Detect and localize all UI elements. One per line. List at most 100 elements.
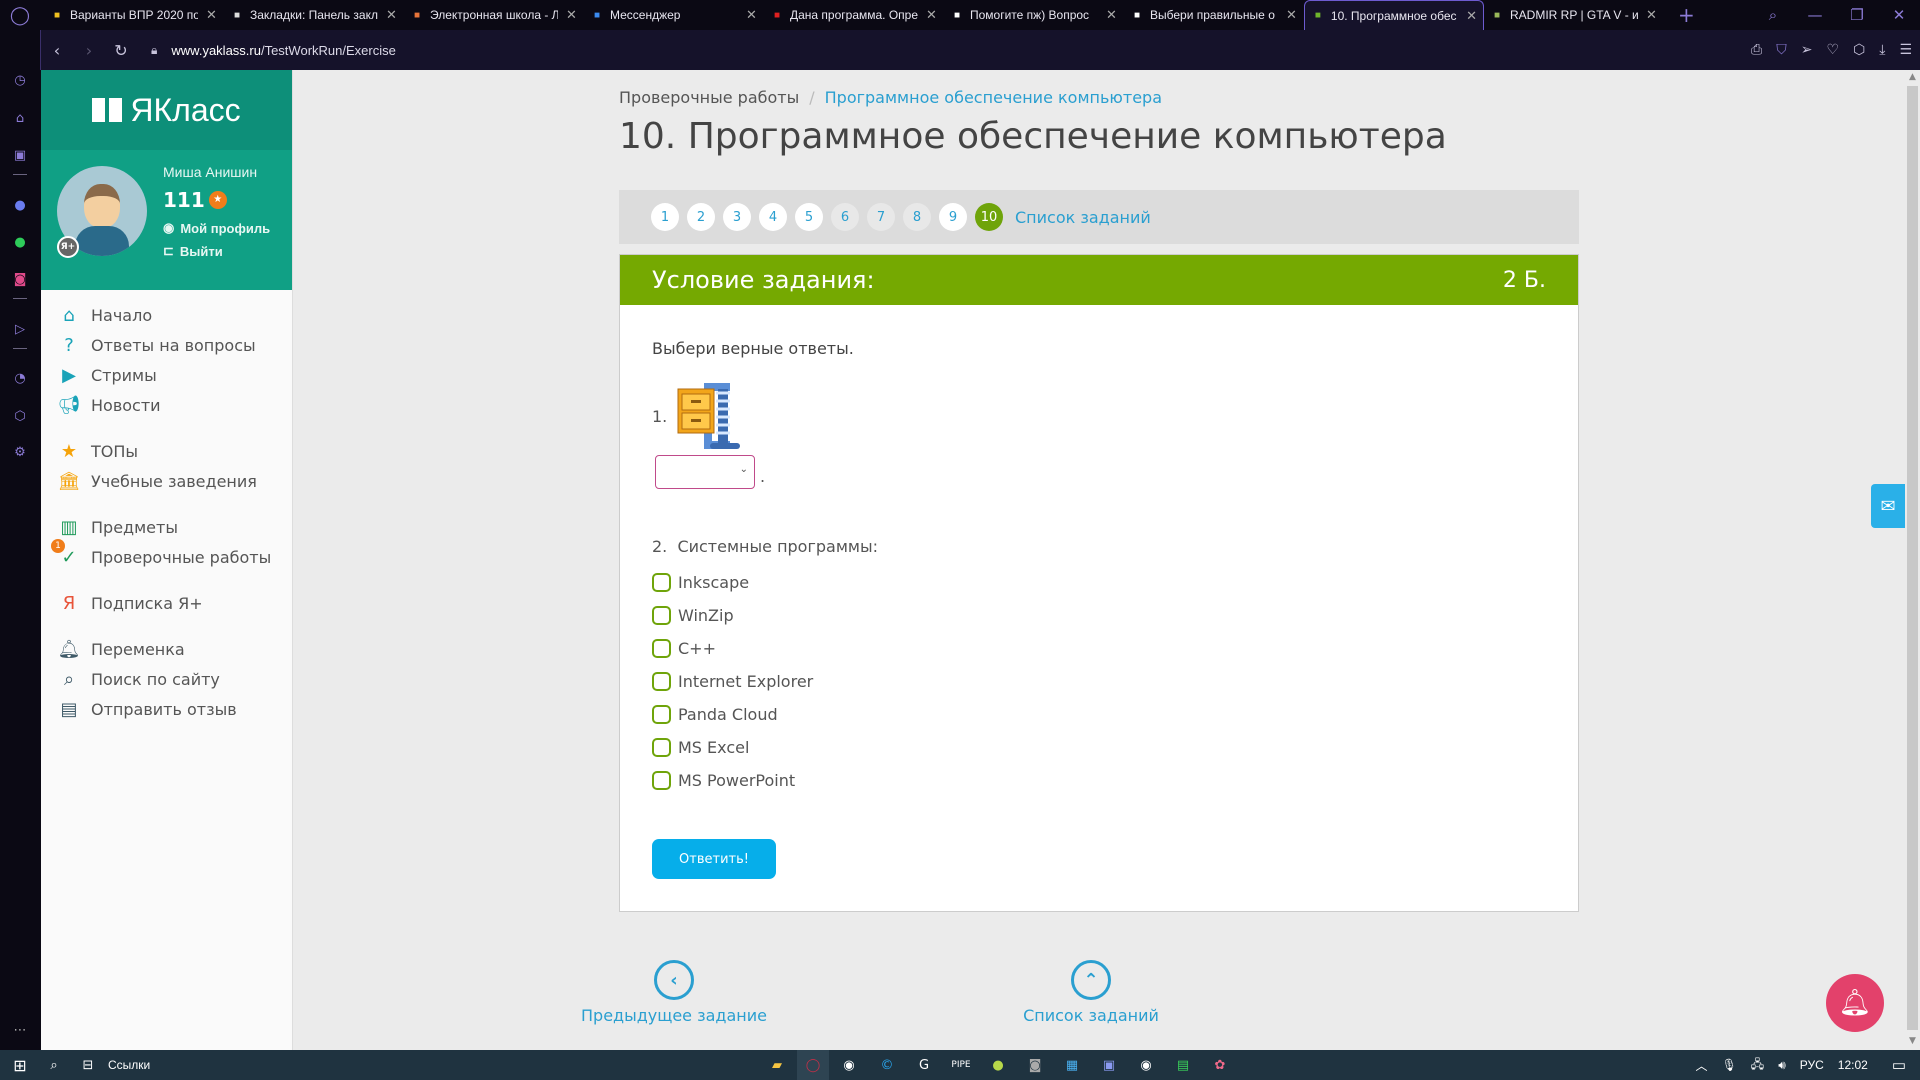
menu-item-5[interactable]: ★ ТОПы xyxy=(57,438,138,464)
logitech-g-icon[interactable]: G xyxy=(911,1050,937,1080)
menu-item-2[interactable]: ? Ответы на вопросы xyxy=(57,332,255,358)
option-6[interactable]: MS Excel xyxy=(652,738,749,757)
tab-1[interactable]: ■ Варианты ВПР 2020 по ✕ xyxy=(44,0,224,30)
tab-search-icon[interactable]: ⌕ xyxy=(1752,0,1794,30)
close-tab-icon[interactable]: ✕ xyxy=(926,7,937,23)
question-1-select[interactable]: ⌄ xyxy=(655,455,755,489)
checkbox[interactable] xyxy=(652,672,671,691)
action-center-icon[interactable]: ▭ xyxy=(1892,1056,1906,1074)
opera-taskbar-icon[interactable]: ◯ xyxy=(797,1050,829,1080)
scroll-up-icon[interactable]: ▲ xyxy=(1905,72,1920,82)
reload-button[interactable]: ↻ xyxy=(105,41,137,60)
microphone-icon[interactable]: 🎙︎ xyxy=(1722,1058,1737,1072)
page-6-button[interactable]: 6 xyxy=(831,203,859,231)
minimize-button[interactable]: — xyxy=(1794,0,1836,30)
option-7[interactable]: MS PowerPoint xyxy=(652,771,795,790)
new-tab-button[interactable]: + xyxy=(1678,0,1695,30)
option-2[interactable]: WinZip xyxy=(652,606,734,625)
logout-link[interactable]: ⊏ Выйти xyxy=(163,243,223,259)
links-toolbar[interactable]: Ссылки xyxy=(108,1050,150,1080)
instagram-icon[interactable]: ◙ xyxy=(10,269,30,289)
file-explorer-icon[interactable]: ▰ xyxy=(764,1050,790,1080)
scroll-down-icon[interactable]: ▼ xyxy=(1905,1036,1920,1046)
close-tab-icon[interactable]: ✕ xyxy=(1646,7,1657,23)
menu-item-6[interactable]: 🏛︎ Учебные заведения xyxy=(57,468,257,494)
page-7-button[interactable]: 7 xyxy=(867,203,895,231)
option-5[interactable]: Panda Cloud xyxy=(652,705,778,724)
twitch-icon[interactable]: ▣ xyxy=(10,145,30,165)
close-tab-icon[interactable]: ✕ xyxy=(1106,7,1117,23)
page-8-button[interactable]: 8 xyxy=(903,203,931,231)
page-4-button[interactable]: 4 xyxy=(759,203,787,231)
option-1[interactable]: Inkscape xyxy=(652,573,749,592)
search-icon[interactable]: ⌕ xyxy=(40,1050,68,1080)
steam-icon[interactable]: ◉ xyxy=(836,1050,862,1080)
option-3[interactable]: C++ xyxy=(652,639,716,658)
notifications-bell-button[interactable]: 🔔︎ xyxy=(1826,974,1884,1032)
control-panel-icon[interactable]: ▦ xyxy=(1059,1050,1085,1080)
checkbox[interactable] xyxy=(652,573,671,592)
option-4[interactable]: Internet Explorer xyxy=(652,672,813,691)
tab-6[interactable]: ■ Помогите пж) Вопрос ✕ xyxy=(944,0,1124,30)
network-icon[interactable]: 🖧 xyxy=(1751,1055,1764,1076)
nvidia-icon[interactable]: ▤ xyxy=(1170,1050,1196,1080)
discord-icon[interactable]: ▣ xyxy=(1096,1050,1122,1080)
page-9-button[interactable]: 9 xyxy=(939,203,967,231)
extensions-cube-icon[interactable]: ⬡ xyxy=(1853,42,1865,58)
close-tab-icon[interactable]: ✕ xyxy=(566,7,577,23)
menu-item-11[interactable]: ⌕ Поиск по сайту xyxy=(57,666,220,692)
tab-8[interactable]: ■ 10. Программное обес ✕ xyxy=(1304,0,1484,30)
page-10-button[interactable]: 10 xyxy=(975,203,1003,231)
lock-icon[interactable]: 🔒︎ xyxy=(151,43,157,58)
forward-button[interactable]: › xyxy=(73,41,105,60)
close-tab-icon[interactable]: ✕ xyxy=(1286,7,1297,23)
close-tab-icon[interactable]: ✕ xyxy=(1466,8,1477,24)
tab-2[interactable]: ■ Закладки: Панель закл ✕ xyxy=(224,0,404,30)
tab-5[interactable]: ■ Дана программа. Опре ✕ xyxy=(764,0,944,30)
history-clock-icon[interactable]: ◔ xyxy=(10,368,30,388)
paint-icon[interactable]: ✿ xyxy=(1207,1050,1233,1080)
menu-item-3[interactable]: ▶ Стримы xyxy=(57,362,157,388)
page-scrollbar[interactable]: ▲ ▼ xyxy=(1905,70,1920,1050)
menu-item-12[interactable]: ▤ Отправить отзыв xyxy=(57,696,236,722)
download-icon[interactable]: ⤓ xyxy=(1879,42,1885,58)
app-icon[interactable]: ● xyxy=(985,1050,1011,1080)
task-list-link[interactable]: ⌃ Список заданий xyxy=(991,960,1191,1025)
menu-item-4[interactable]: 📢︎ Новости xyxy=(57,392,161,418)
url-field[interactable]: www.yaklass.ru/TestWorkRun/Exercise xyxy=(171,43,395,58)
breadcrumb-current[interactable]: Программное обеспечение компьютера xyxy=(825,88,1162,107)
opera-menu-icon[interactable]: ◯ xyxy=(0,0,40,30)
pipe-icon[interactable]: PIPE xyxy=(948,1050,974,1080)
yaklass-logo[interactable]: ЯКласс xyxy=(41,70,292,150)
extensions-icon[interactable]: ⬡ xyxy=(10,406,30,426)
messenger-icon[interactable]: ● xyxy=(10,195,30,215)
checkbox[interactable] xyxy=(652,705,671,724)
close-tab-icon[interactable]: ✕ xyxy=(386,7,397,23)
snapshot-icon[interactable]: ⎙ xyxy=(1751,42,1762,58)
menu-item-1[interactable]: ⌂ Начало xyxy=(57,302,152,328)
page-1-button[interactable]: 1 xyxy=(651,203,679,231)
profile-link[interactable]: ◉ Мой профиль xyxy=(163,220,270,236)
player-icon[interactable]: ▷ xyxy=(10,319,30,339)
tab-7[interactable]: ■ Выбери правильные о ✕ xyxy=(1124,0,1304,30)
start-windows-icon[interactable]: ⊞ xyxy=(6,1050,34,1080)
page-5-button[interactable]: 5 xyxy=(795,203,823,231)
scrollbar-thumb[interactable] xyxy=(1907,86,1918,1030)
settings-gear-icon[interactable]: ⚙ xyxy=(10,442,30,462)
task-list-link-top[interactable]: Список заданий xyxy=(1015,208,1151,227)
clean-icon[interactable]: ⌂ xyxy=(10,108,30,128)
feedback-mail-button[interactable]: ✉ xyxy=(1871,484,1905,528)
menu-item-9[interactable]: Я Подписка Я+ xyxy=(57,590,203,616)
close-window-button[interactable]: ✕ xyxy=(1878,0,1920,30)
checkbox[interactable] xyxy=(652,738,671,757)
tab-3[interactable]: ■ Электронная школа - Л ✕ xyxy=(404,0,584,30)
ccleaner-icon[interactable]: © xyxy=(874,1050,900,1080)
checkbox[interactable] xyxy=(652,639,671,658)
page-3-button[interactable]: 3 xyxy=(723,203,751,231)
menu-item-10[interactable]: 🔔︎ Переменка xyxy=(57,636,185,662)
user-name[interactable]: Миша Анишин xyxy=(163,164,257,180)
more-icon[interactable]: ⋯ xyxy=(10,1020,30,1040)
menu-item-8[interactable]: ✓ 1 Проверочные работы xyxy=(51,539,271,570)
breadcrumb-parent[interactable]: Проверочные работы xyxy=(619,88,799,107)
restore-button[interactable]: ❐ xyxy=(1836,0,1878,30)
